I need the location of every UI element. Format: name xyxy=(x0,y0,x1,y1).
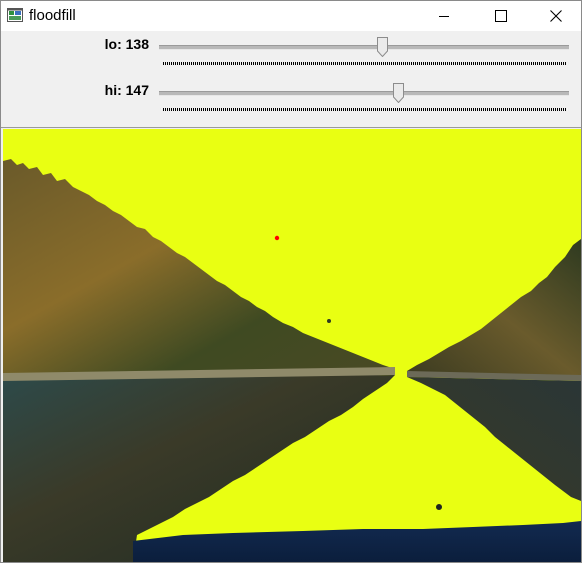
debris-spot xyxy=(436,504,442,510)
minimize-button[interactable] xyxy=(421,1,467,31)
trackbar-hi-track[interactable] xyxy=(159,91,569,96)
close-icon xyxy=(550,10,562,22)
window-title: floodfill xyxy=(29,7,76,24)
trackbar-hi-thumb[interactable] xyxy=(393,83,404,103)
minimize-icon xyxy=(439,16,449,17)
debris-spot xyxy=(327,319,331,323)
trackbar-lo-label: lo: 138 xyxy=(104,36,149,52)
opencv-window-icon xyxy=(7,8,23,22)
trackbar-panel: lo: 138 hi: 147 xyxy=(1,31,581,127)
trackbar-hi-ticks xyxy=(163,108,567,111)
close-button[interactable] xyxy=(533,1,579,31)
panel-divider xyxy=(1,127,581,128)
maximize-button[interactable] xyxy=(478,1,524,31)
floodfill-image[interactable] xyxy=(3,129,581,562)
maximize-icon xyxy=(495,10,507,22)
trackbar-lo-track[interactable] xyxy=(159,45,569,50)
trackbar-lo-ticks xyxy=(163,62,567,65)
floodfill-window: floodfill lo: 138 hi: 147 xyxy=(0,0,582,563)
trackbar-lo-thumb[interactable] xyxy=(377,37,388,57)
trackbar-hi-label: hi: 147 xyxy=(104,82,149,98)
title-bar[interactable]: floodfill xyxy=(1,1,581,31)
seed-point-marker xyxy=(274,235,280,241)
